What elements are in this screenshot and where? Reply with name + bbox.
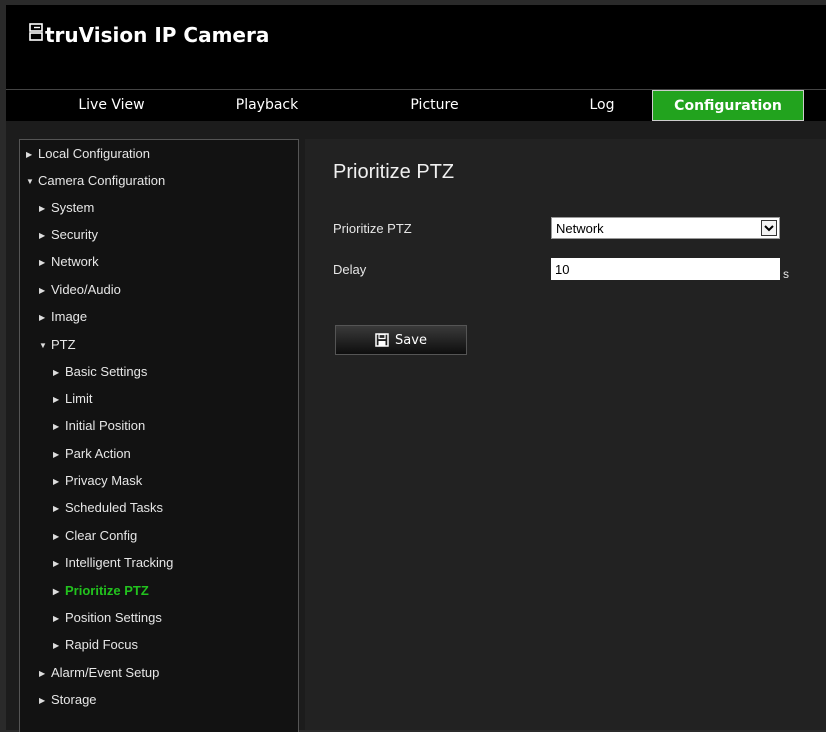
sidebar-item-label: Camera Configuration [38,173,166,188]
delay-input[interactable] [551,258,780,280]
sidebar: ▶ Local Configuration ▼ Camera Configurati… [19,139,299,732]
prioritize-ptz-select-value: Network [556,221,604,236]
triangle-down-icon: ▼ [39,341,47,350]
triangle-right-icon: ▶ [39,696,46,705]
triangle-right-icon: ▶ [53,422,60,431]
sidebar-item-label: Clear Config [65,528,138,543]
sidebar-item-label: Security [51,227,98,242]
triangle-right-icon: ▶ [53,559,60,568]
sidebar-item-limit[interactable]: ▶ Limit [53,389,92,409]
sidebar-item-label: Limit [65,391,93,406]
sidebar-item-basic-settings[interactable]: ▶ Basic Settings [53,362,147,382]
sidebar-item-label: Storage [51,692,97,707]
triangle-right-icon: ▶ [39,231,46,240]
sidebar-item-video-audio[interactable]: ▶ Video/Audio [39,280,121,300]
tab-log[interactable]: Log [552,90,652,121]
content-area: ▶ Local Configuration ▼ Camera Configurati… [6,121,826,732]
top-nav: Live View Playback Picture Log Configura… [6,89,826,122]
save-button-label: Save [395,332,427,348]
triangle-right-icon: ▶ [39,204,46,213]
triangle-right-icon: ▶ [53,587,60,596]
sidebar-item-storage[interactable]: ▶ Storage [39,690,97,710]
main-panel: Prioritize PTZ Prioritize PTZ Network De… [305,139,826,730]
tab-picture[interactable]: Picture [317,90,552,121]
sidebar-item-label: Alarm/Event Setup [51,665,160,680]
sidebar-item-label: System [51,200,95,215]
sidebar-item-privacy-mask[interactable]: ▶ Privacy Mask [53,471,142,491]
app-logo: truVision IP Camera [29,23,269,47]
sidebar-item-clear-config[interactable]: ▶ Clear Config [53,526,137,546]
sidebar-item-intelligent-tracking[interactable]: ▶ Intelligent Tracking [53,553,173,573]
sidebar-item-label: Prioritize PTZ [65,583,149,598]
triangle-right-icon: ▶ [39,286,46,295]
dropdown-button[interactable] [761,220,777,236]
sidebar-item-label: Video/Audio [51,282,121,297]
prioritize-ptz-label: Prioritize PTZ [333,221,412,236]
sidebar-item-security[interactable]: ▶ Security [39,225,98,245]
triangle-right-icon: ▶ [53,641,60,650]
sidebar-item-system[interactable]: ▶ System [39,198,94,218]
sidebar-item-label: Position Settings [65,610,162,625]
sidebar-item-label: Basic Settings [65,364,148,379]
sidebar-item-prioritize-ptz[interactable]: ▶ Prioritize PTZ [53,581,149,601]
triangle-right-icon: ▶ [39,258,46,267]
tab-configuration[interactable]: Configuration [652,90,804,121]
sidebar-item-camera-configuration[interactable]: ▼ Camera Configuration [26,171,165,191]
triangle-right-icon: ▶ [53,504,60,513]
sidebar-item-label: Privacy Mask [65,473,143,488]
sidebar-item-label: PTZ [51,337,76,352]
prioritize-ptz-select[interactable]: Network [551,217,780,239]
sidebar-item-label: Scheduled Tasks [65,500,164,515]
chevron-down-icon [764,225,774,232]
triangle-right-icon: ▶ [26,150,33,159]
triangle-right-icon: ▶ [53,614,60,623]
sidebar-item-alarm-event-setup[interactable]: ▶ Alarm/Event Setup [39,663,159,683]
sidebar-item-position-settings[interactable]: ▶ Position Settings [53,608,162,628]
delay-label: Delay [333,262,367,277]
header: truVision IP Camera [6,5,826,89]
sidebar-item-initial-position[interactable]: ▶ Initial Position [53,416,145,436]
sidebar-item-park-action[interactable]: ▶ Park Action [53,444,131,464]
sidebar-item-label: Network [51,254,99,269]
sidebar-item-scheduled-tasks[interactable]: ▶ Scheduled Tasks [53,498,163,518]
floppy-disk-icon [375,333,389,347]
tab-live-view[interactable]: Live View [6,90,217,121]
sidebar-item-local-configuration[interactable]: ▶ Local Configuration [26,144,150,164]
sidebar-item-label: Initial Position [65,418,146,433]
camera-logo-icon [29,23,43,41]
delay-unit-label: s [783,267,789,281]
triangle-right-icon: ▶ [53,450,60,459]
triangle-right-icon: ▶ [53,532,60,541]
sidebar-item-label: Image [51,309,88,324]
sidebar-item-label: Park Action [65,446,131,461]
triangle-right-icon: ▶ [39,669,46,678]
save-button[interactable]: Save [335,325,467,355]
app-title: truVision IP Camera [45,23,270,47]
sidebar-item-image[interactable]: ▶ Image [39,307,87,327]
triangle-right-icon: ▶ [39,313,46,322]
sidebar-item-ptz[interactable]: ▼ PTZ [39,335,76,355]
triangle-right-icon: ▶ [53,477,60,486]
sidebar-item-label: Rapid Focus [65,637,138,652]
sidebar-item-label: Intelligent Tracking [65,555,174,570]
triangle-right-icon: ▶ [53,368,60,377]
sidebar-item-network[interactable]: ▶ Network [39,252,99,272]
page-title: Prioritize PTZ [333,161,455,183]
sidebar-item-rapid-focus[interactable]: ▶ Rapid Focus [53,635,138,655]
triangle-right-icon: ▶ [53,395,60,404]
tab-playback[interactable]: Playback [217,90,317,121]
triangle-down-icon: ▼ [26,177,34,186]
sidebar-item-label: Local Configuration [38,146,151,161]
